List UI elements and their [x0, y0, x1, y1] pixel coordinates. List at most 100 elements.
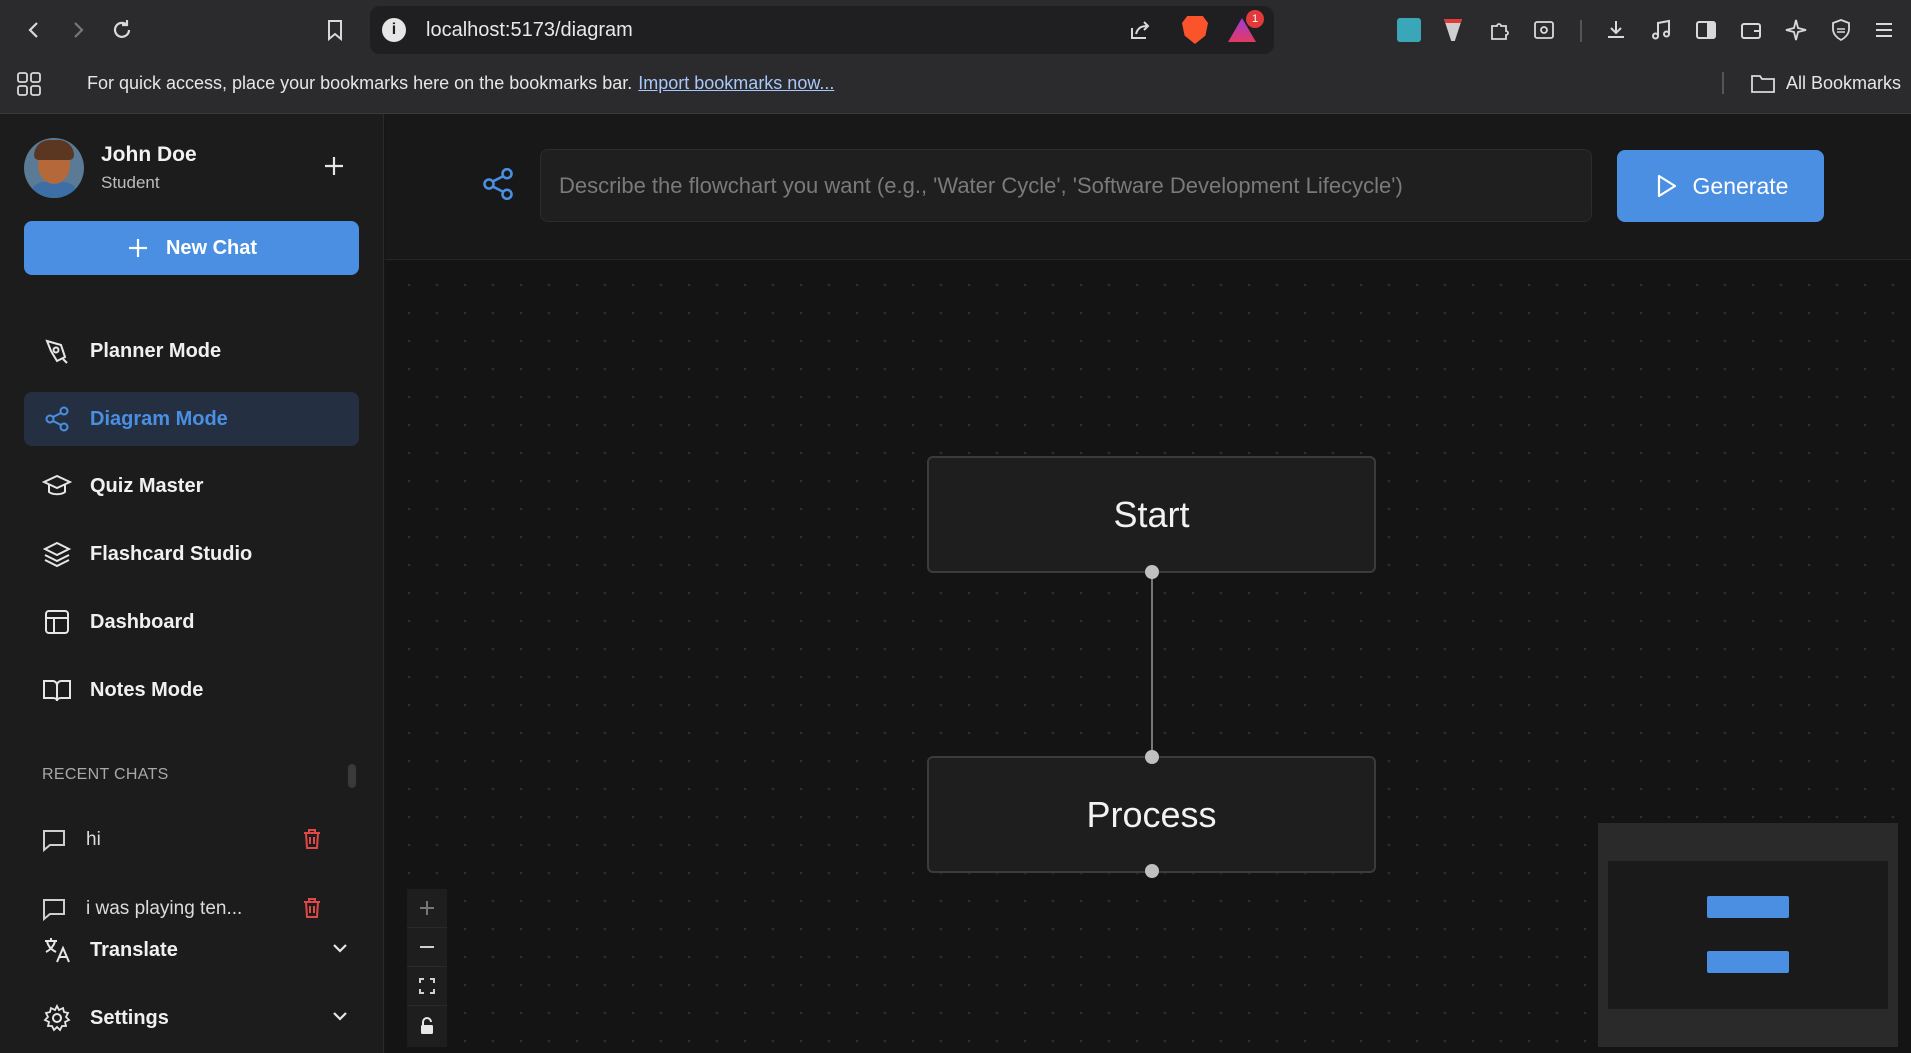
apps-grid-icon[interactable]: [16, 71, 42, 102]
settings-label: Settings: [90, 1006, 169, 1029]
settings-menu[interactable]: Settings: [40, 998, 350, 1038]
plus-icon: [420, 901, 434, 915]
toolbar-divider: [1580, 20, 1582, 42]
play-icon: [1657, 174, 1676, 198]
fit-view-button[interactable]: [407, 967, 447, 1006]
sidebar-item-diagram[interactable]: Diagram Mode: [24, 392, 359, 446]
user-role: Student: [101, 173, 160, 192]
graduation-cap-icon: [40, 469, 74, 503]
leo-ai-icon[interactable]: [1780, 14, 1812, 46]
node-handle-source[interactable]: [1145, 565, 1159, 579]
site-info-icon[interactable]: i: [382, 18, 406, 42]
recent-chats-scrollbar[interactable]: [348, 764, 356, 788]
bookmarks-divider: [1722, 72, 1724, 94]
chat-bubble-icon: [40, 895, 68, 923]
minimap-node: [1707, 951, 1789, 973]
sidebar-toggle-icon[interactable]: [1690, 14, 1722, 46]
user-profile[interactable]: John Doe Student: [24, 138, 197, 198]
search-page-icon[interactable]: [1528, 14, 1560, 46]
zoom-out-button[interactable]: [407, 928, 447, 967]
notification-badge: 1: [1246, 10, 1264, 28]
translate-label: Translate: [90, 938, 178, 961]
sidebar-item-label: Planner Mode: [90, 339, 222, 362]
zoom-controls: [407, 889, 447, 1047]
flow-node-start[interactable]: Start: [927, 456, 1376, 573]
recent-chats-heading: RECENT CHATS: [42, 766, 169, 783]
translate-icon: [40, 933, 74, 967]
sidebar-item-quiz[interactable]: Quiz Master: [24, 459, 359, 513]
gear-icon: [40, 1001, 74, 1035]
extensions-puzzle-icon[interactable]: [1484, 14, 1516, 46]
layers-icon: [40, 537, 74, 571]
minimap-node: [1707, 896, 1789, 918]
trash-icon[interactable]: [302, 828, 322, 856]
import-bookmarks-link[interactable]: Import bookmarks now...: [638, 73, 834, 93]
extension-teal-icon[interactable]: [1393, 14, 1425, 46]
lock-button[interactable]: [407, 1006, 447, 1045]
menu-icon[interactable]: [1868, 14, 1900, 46]
all-bookmarks-button[interactable]: All Bookmarks: [1750, 72, 1901, 94]
chat-item-title: hi: [86, 829, 101, 850]
lock-icon: [421, 1016, 433, 1034]
minus-icon: [420, 946, 434, 948]
vpn-shield-icon[interactable]: [1825, 14, 1857, 46]
sidebar-item-label: Diagram Mode: [90, 407, 228, 430]
sidebar: John Doe Student New Chat Planner Mode D…: [0, 114, 384, 1053]
sidebar-item-notes[interactable]: Notes Mode: [24, 663, 359, 717]
sidebar-item-label: Quiz Master: [90, 474, 204, 497]
layout-icon: [40, 605, 74, 639]
share-page-icon[interactable]: [1128, 18, 1152, 47]
forward-icon[interactable]: [60, 12, 96, 48]
address-bar[interactable]: i localhost:5173/diagram 1: [370, 6, 1274, 54]
share-icon: [480, 166, 516, 202]
avatar: [24, 138, 84, 198]
chat-item-title: i was playing ten...: [86, 898, 243, 919]
folder-icon: [1751, 75, 1775, 93]
chat-item[interactable]: i was playing ten...: [40, 891, 340, 927]
bookmarks-hint: For quick access, place your bookmarks h…: [87, 73, 834, 94]
trash-icon[interactable]: [302, 897, 322, 925]
browser-toolbar: i localhost:5173/diagram 1: [0, 0, 1911, 62]
minimap[interactable]: [1598, 823, 1898, 1047]
bookmark-icon[interactable]: [317, 12, 353, 48]
node-handle-source[interactable]: [1145, 864, 1159, 878]
sidebar-item-label: Notes Mode: [90, 678, 204, 701]
sidebar-item-flashcard[interactable]: Flashcard Studio: [24, 527, 359, 581]
pen-tool-icon: [40, 334, 74, 368]
add-icon[interactable]: [318, 150, 350, 182]
fullscreen-icon: [419, 978, 435, 994]
flow-node-label: Process: [1086, 793, 1217, 835]
minimap-viewport: [1608, 861, 1888, 1009]
zoom-in-button[interactable]: [407, 889, 447, 928]
reload-icon[interactable]: [104, 12, 140, 48]
sidebar-item-dashboard[interactable]: Dashboard: [24, 595, 359, 649]
plus-icon: [128, 239, 147, 257]
translate-menu[interactable]: Translate: [40, 930, 350, 970]
user-name: John Doe: [101, 143, 197, 166]
book-open-icon: [40, 673, 74, 707]
wallet-icon[interactable]: [1735, 14, 1767, 46]
chat-item[interactable]: hi: [40, 822, 340, 858]
generate-button[interactable]: Generate: [1617, 150, 1824, 222]
sidebar-item-label: Flashcard Studio: [90, 542, 253, 565]
share-icon: [40, 402, 74, 436]
new-chat-button[interactable]: New Chat: [24, 221, 359, 275]
flow-edge[interactable]: [1151, 577, 1153, 759]
flowchart-prompt-input[interactable]: [540, 149, 1592, 222]
extension-pin-icon[interactable]: [1437, 14, 1469, 46]
all-bookmarks-label: All Bookmarks: [1786, 72, 1902, 93]
brave-shield-icon[interactable]: [1182, 16, 1208, 44]
node-handle-target[interactable]: [1145, 750, 1159, 764]
sidebar-item-planner[interactable]: Planner Mode: [24, 324, 359, 378]
back-icon[interactable]: [16, 12, 52, 48]
sidebar-item-label: Dashboard: [90, 610, 195, 633]
new-chat-label: New Chat: [165, 236, 258, 259]
flow-node-label: Start: [1113, 493, 1190, 535]
url-text: localhost:5173/diagram: [426, 19, 633, 41]
music-icon[interactable]: [1645, 14, 1677, 46]
chevron-down-icon: [330, 938, 350, 964]
chat-bubble-icon: [40, 826, 68, 854]
bookmarks-hint-text: For quick access, place your bookmarks h…: [87, 73, 633, 93]
flow-node-process[interactable]: Process: [927, 756, 1376, 873]
download-icon[interactable]: [1600, 14, 1632, 46]
